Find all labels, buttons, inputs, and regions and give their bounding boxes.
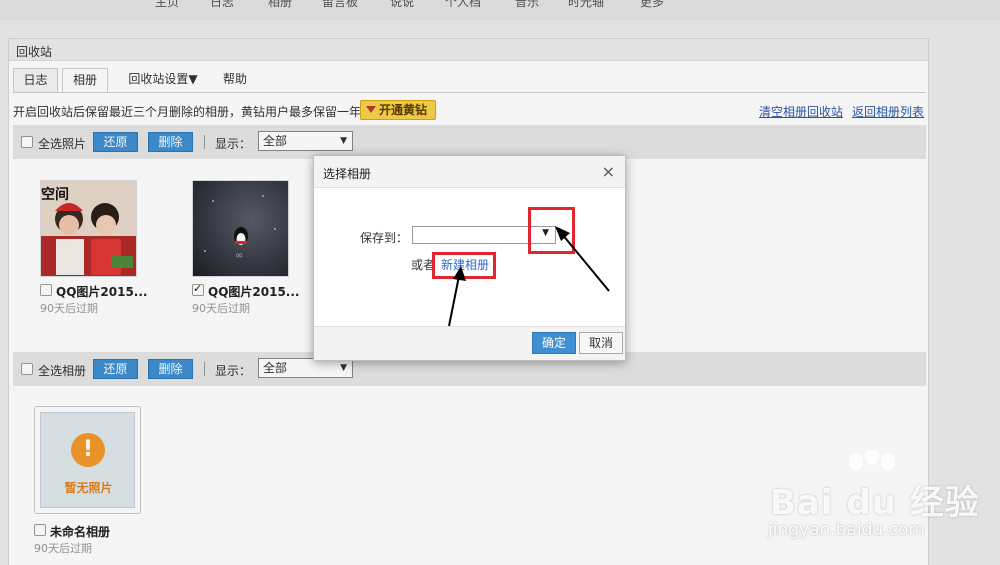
confirm-button[interactable]: 确定	[532, 332, 576, 354]
watermark-url: jingyan.baidu.com	[768, 520, 925, 540]
watermark-logo: Bai du 经验	[770, 483, 980, 523]
close-icon[interactable]: ×	[602, 162, 615, 181]
annotation-box-new-album	[432, 252, 496, 279]
save-to-label: 保存到：	[360, 231, 409, 245]
annotation-box-dropdown	[528, 207, 575, 254]
cancel-button[interactable]: 取消	[579, 332, 623, 354]
dialog-title: 选择相册	[323, 167, 372, 181]
dialog-header: 选择相册 ×	[314, 156, 625, 188]
baidu-watermark: Bai du 经验 jingyan.baidu.com	[758, 450, 998, 555]
